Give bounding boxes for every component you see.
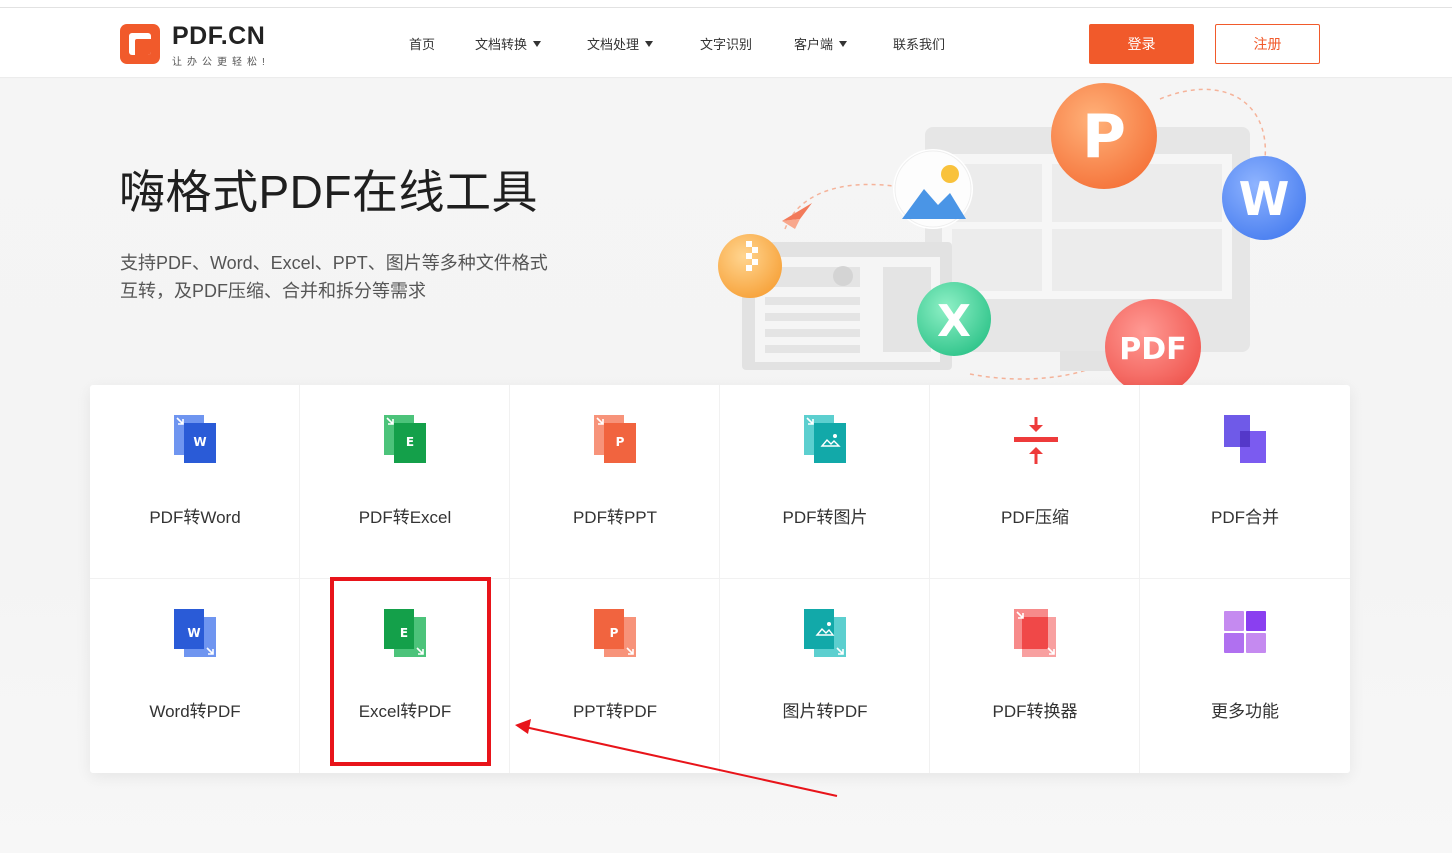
ppt-to-pdf-icon: P: [594, 609, 636, 657]
tool-more-features[interactable]: 更多功能: [1140, 579, 1350, 773]
pdf-to-ppt-icon: P: [594, 415, 636, 463]
chevron-down-icon: [839, 41, 848, 47]
pdf-to-image-icon: [804, 415, 846, 463]
svg-text:E: E: [406, 435, 414, 449]
tool-label: PDF转图片: [782, 508, 868, 527]
word-badge-text: W: [1239, 172, 1290, 226]
image-to-pdf-icon: [804, 609, 846, 657]
nav-doc-convert[interactable]: 文档转换: [475, 34, 542, 53]
converter-icon: [1014, 609, 1056, 657]
word-to-pdf-icon: W: [174, 609, 216, 657]
tool-pdf-to-image[interactable]: PDF转图片: [720, 385, 930, 579]
pdf-to-excel-icon: E: [384, 415, 426, 463]
hero-illustration: P W X PDF: [718, 83, 1306, 389]
merge-icon: [1224, 415, 1266, 463]
pdf-to-word-icon: W: [174, 415, 216, 463]
ppt-badge-text: P: [1082, 102, 1126, 172]
tool-label: PDF转PPT: [572, 508, 658, 527]
svg-text:P: P: [616, 435, 625, 449]
compress-icon: [1014, 417, 1058, 464]
chevron-down-icon: [533, 41, 542, 47]
logo-mark-icon: [120, 24, 160, 64]
tool-word-to-pdf[interactable]: W Word转PDF: [90, 579, 300, 773]
tool-pdf-compress[interactable]: PDF压缩: [930, 385, 1140, 579]
logo-text: PDF.CN: [172, 22, 266, 50]
tool-label: PDF合并: [1211, 508, 1279, 527]
nav-home[interactable]: 首页: [409, 34, 435, 53]
highlight-annotation-box: [330, 577, 491, 766]
svg-text:W: W: [187, 626, 200, 640]
site-logo[interactable]: PDF.CN 让办公更轻松!: [120, 22, 290, 68]
tool-pdf-merge[interactable]: PDF合并: [1140, 385, 1350, 579]
hero-description-line1: 支持PDF、Word、Excel、PPT、图片等多种文件格式: [120, 253, 548, 273]
nav-ocr[interactable]: 文字识别: [700, 34, 752, 53]
nav-contact[interactable]: 联系我们: [893, 34, 945, 53]
tool-pdf-to-ppt[interactable]: P PDF转PPT: [510, 385, 720, 579]
more-features-icon: [1224, 611, 1266, 653]
tool-label: PDF转Word: [149, 508, 241, 527]
site-header: PDF.CN 让办公更轻松! 首页 文档转换 文档处理 文字识别 客户端 联系我…: [0, 8, 1452, 78]
register-button[interactable]: 注册: [1215, 24, 1320, 64]
excel-badge-text: X: [937, 296, 971, 347]
logo-slogan: 让办公更轻松!: [172, 57, 270, 68]
svg-text:P: P: [610, 626, 619, 640]
chevron-down-icon: [645, 41, 654, 47]
pdf-badge-text: PDF: [1119, 332, 1186, 367]
svg-text:W: W: [193, 435, 206, 449]
page-title: 嗨格式PDF在线工具: [119, 166, 538, 218]
annotation-arrow: [515, 719, 838, 797]
login-button[interactable]: 登录: [1089, 24, 1194, 64]
tool-pdf-converter[interactable]: PDF转换器: [930, 579, 1140, 773]
tool-label: 更多功能: [1211, 702, 1279, 721]
nav-client[interactable]: 客户端: [794, 34, 848, 53]
tool-label: Word转PDF: [149, 702, 241, 721]
browser-top-strip: [0, 0, 1452, 8]
tool-label: PDF转换器: [992, 702, 1078, 721]
nav-doc-process[interactable]: 文档处理: [587, 34, 654, 53]
hero-description-line2: 互转，及PDF压缩、合并和拆分等需求: [120, 281, 426, 301]
tool-label: PDF转Excel: [358, 508, 452, 527]
tool-pdf-to-excel[interactable]: E PDF转Excel: [300, 385, 510, 579]
tool-label: PDF压缩: [1001, 508, 1069, 527]
tool-pdf-to-word[interactable]: W PDF转Word: [90, 385, 300, 579]
hero-description: 支持PDF、Word、Excel、PPT、图片等多种文件格式 互转，及PDF压缩…: [120, 249, 580, 305]
